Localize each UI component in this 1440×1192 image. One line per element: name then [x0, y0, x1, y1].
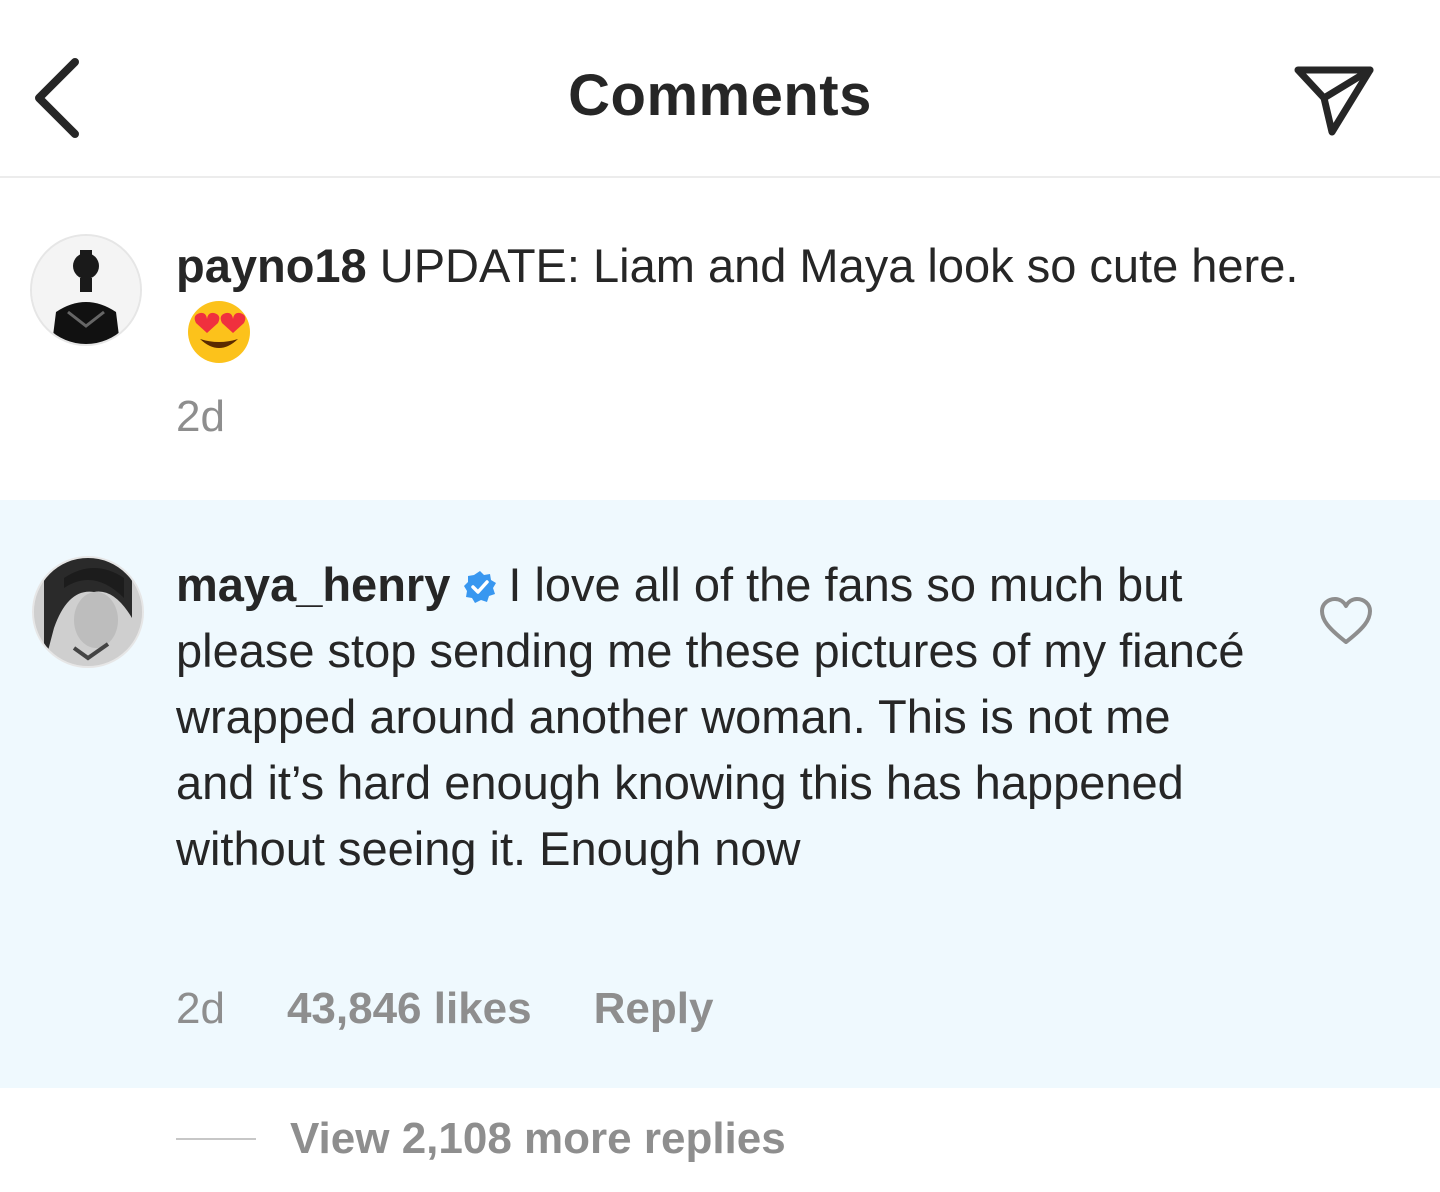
view-replies-label: View 2,108 more replies — [290, 1114, 786, 1163]
paper-plane-icon — [1294, 66, 1374, 136]
comment-text: maya_henry I love all of the fans so muc… — [176, 552, 1256, 882]
comment-item: maya_henry I love all of the fans so muc… — [0, 500, 1440, 1088]
replies-divider — [176, 1138, 256, 1140]
post-caption: payno18 UPDATE: Liam and Maya look so cu… — [0, 178, 1440, 500]
caption-timestamp: 2d — [176, 392, 225, 441]
verified-badge-icon — [464, 571, 497, 603]
comments-screen: Comments payno18 UPDATE: Liam and Maya l… — [0, 0, 1440, 1192]
caption-meta: 2d — [176, 392, 225, 442]
comment-meta: 2d 43,846 likes Reply — [176, 984, 713, 1034]
page-title: Comments — [568, 63, 872, 128]
caption-username[interactable]: payno18 — [176, 239, 367, 292]
like-count[interactable]: 43,846 likes — [287, 984, 532, 1034]
avatar[interactable] — [30, 234, 142, 346]
comment-timestamp: 2d — [176, 984, 225, 1033]
like-button[interactable] — [1318, 596, 1374, 646]
header-bar: Comments — [0, 0, 1440, 178]
avatar-photo — [34, 558, 142, 666]
avatar-photo — [32, 236, 140, 344]
comment-username[interactable]: maya_henry — [176, 558, 450, 611]
reply-button[interactable]: Reply — [594, 984, 714, 1034]
avatar[interactable] — [32, 556, 144, 668]
share-button[interactable] — [1286, 56, 1382, 144]
caption-body: UPDATE: Liam and Maya look so cute here. — [379, 239, 1299, 292]
heart-eyes-emoji-icon — [188, 301, 250, 363]
view-replies-button[interactable]: View 2,108 more replies — [176, 1114, 786, 1164]
heart-outline-icon — [1320, 597, 1372, 644]
caption-text: payno18 UPDATE: Liam and Maya look so cu… — [176, 233, 1386, 368]
